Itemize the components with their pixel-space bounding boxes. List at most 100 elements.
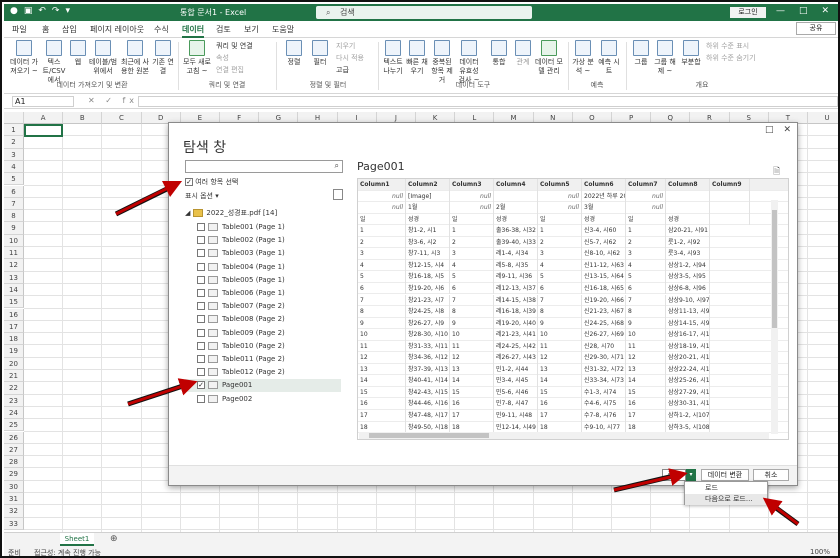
- tree-item[interactable]: Table012 (Page 2): [185, 366, 341, 379]
- item-checkbox[interactable]: [197, 368, 205, 377]
- item-checkbox[interactable]: [197, 275, 205, 284]
- row-header[interactable]: 19: [4, 345, 24, 358]
- row-header[interactable]: 12: [4, 259, 24, 272]
- from-text-csv-button[interactable]: 텍스트/CSV에서: [40, 40, 68, 85]
- row-header[interactable]: 3: [4, 148, 24, 161]
- item-checkbox[interactable]: [197, 394, 205, 403]
- sort-button[interactable]: 정렬: [284, 40, 304, 67]
- subtotal-button[interactable]: 부분합: [680, 40, 702, 67]
- tree-item[interactable]: Table008 (Page 2): [185, 313, 341, 326]
- row-header[interactable]: 29: [4, 468, 24, 481]
- row-header[interactable]: 10: [4, 234, 24, 247]
- row-header[interactable]: 20: [4, 357, 24, 370]
- name-box[interactable]: A1: [12, 96, 74, 107]
- redo-icon[interactable]: ↷: [52, 6, 60, 16]
- row-header[interactable]: 18: [4, 333, 24, 346]
- minimize-button[interactable]: —: [776, 6, 785, 16]
- tree-item[interactable]: Page002: [185, 393, 341, 406]
- row-header[interactable]: 26: [4, 431, 24, 444]
- row-header[interactable]: 32: [4, 505, 24, 518]
- from-table-button[interactable]: 테이블/범위에서: [88, 40, 118, 76]
- item-checkbox[interactable]: [197, 328, 205, 337]
- tab-home[interactable]: 홈: [42, 24, 49, 35]
- cancel-button[interactable]: 취소: [753, 469, 789, 481]
- tree-item[interactable]: Table005 (Page 1): [185, 274, 341, 287]
- column-header[interactable]: B: [63, 112, 103, 124]
- tree-folder[interactable]: ◢ 2022_성경표.pdf [14]: [185, 207, 341, 220]
- load-button[interactable]: 로드: [662, 469, 686, 481]
- maximize-button[interactable]: □: [799, 6, 808, 16]
- properties-button[interactable]: 속성: [216, 53, 229, 63]
- tab-page-layout[interactable]: 페이지 레이아웃: [90, 24, 144, 35]
- edit-links-button[interactable]: 연결 편집: [216, 65, 244, 75]
- tree-item[interactable]: Table011 (Page 2): [185, 353, 341, 366]
- close-button[interactable]: ✕: [822, 6, 830, 16]
- filter-button[interactable]: 필터: [310, 40, 330, 67]
- sheet-tab[interactable]: Sheet1: [60, 533, 94, 546]
- tab-file[interactable]: 파일: [12, 24, 27, 35]
- customize-qat-icon[interactable]: ▾: [65, 6, 70, 16]
- tree-item[interactable]: Table001 (Page 1): [185, 221, 341, 234]
- tree-item[interactable]: Table006 (Page 1): [185, 287, 341, 300]
- zoom-level[interactable]: 100%: [810, 548, 830, 556]
- accessibility-status[interactable]: 접근성: 계속 진행 가능: [34, 548, 101, 556]
- data-validation-button[interactable]: 데이터 유효성 검사 ~: [456, 40, 482, 85]
- row-header[interactable]: 6: [4, 185, 24, 198]
- row-header[interactable]: 14: [4, 283, 24, 297]
- tree-item[interactable]: Table003 (Page 1): [185, 247, 341, 260]
- column-header[interactable]: A: [24, 112, 64, 124]
- row-header[interactable]: 21: [4, 370, 24, 383]
- row-header[interactable]: 15: [4, 296, 24, 309]
- tab-insert[interactable]: 삽입: [62, 24, 77, 35]
- consolidate-button[interactable]: 통합: [488, 40, 510, 67]
- item-checkbox[interactable]: [197, 302, 205, 311]
- what-if-button[interactable]: 가상 분석 ~: [572, 40, 594, 76]
- row-header[interactable]: 27: [4, 443, 24, 457]
- item-checkbox[interactable]: [197, 341, 205, 350]
- row-header[interactable]: 1: [4, 124, 24, 137]
- collapse-icon[interactable]: ◢: [185, 209, 190, 217]
- row-header[interactable]: 2: [4, 136, 24, 149]
- row-header[interactable]: 13: [4, 271, 24, 284]
- tree-item[interactable]: Table004 (Page 1): [185, 261, 341, 274]
- text-to-columns-button[interactable]: 텍스트 나누기: [382, 40, 404, 76]
- recent-sources-button[interactable]: 최근에 사용한 원본: [120, 40, 150, 76]
- row-header[interactable]: 4: [4, 160, 24, 174]
- existing-connections-button[interactable]: 기존 연결: [152, 40, 174, 76]
- undo-icon[interactable]: ↶: [38, 6, 46, 16]
- column-header[interactable]: C: [102, 112, 142, 124]
- group-button[interactable]: 그룹: [632, 40, 650, 67]
- add-sheet-icon[interactable]: ⊕: [110, 534, 118, 544]
- row-header[interactable]: 30: [4, 480, 24, 493]
- row-header[interactable]: 17: [4, 320, 24, 334]
- row-header[interactable]: 25: [4, 419, 24, 432]
- tab-view[interactable]: 보기: [244, 24, 259, 35]
- save-icon[interactable]: ▣: [24, 6, 33, 16]
- tab-formulas[interactable]: 수식: [154, 24, 169, 35]
- tab-data[interactable]: 데이터: [182, 24, 205, 38]
- select-all-corner[interactable]: [4, 112, 24, 124]
- row-header[interactable]: 31: [4, 493, 24, 506]
- search-box[interactable]: ⌕ 검색: [316, 6, 532, 19]
- dialog-close-button[interactable]: ✕: [784, 125, 792, 135]
- item-checkbox[interactable]: [197, 236, 205, 245]
- vertical-scrollbar[interactable]: [771, 200, 778, 434]
- item-checkbox[interactable]: [197, 223, 205, 231]
- formula-input[interactable]: [138, 96, 838, 107]
- tree-item[interactable]: Table010 (Page 2): [185, 340, 341, 353]
- share-button[interactable]: 공유: [796, 22, 836, 35]
- row-header[interactable]: 5: [4, 173, 24, 186]
- column-header[interactable]: U: [808, 112, 838, 124]
- row-header[interactable]: 7: [4, 197, 24, 211]
- row-header[interactable]: 24: [4, 406, 24, 420]
- row-header[interactable]: 23: [4, 394, 24, 407]
- advanced-filter-button[interactable]: 고급: [336, 65, 349, 75]
- load-dropdown-button[interactable]: ▾: [686, 469, 696, 481]
- row-header[interactable]: 33: [4, 517, 24, 530]
- multi-select-checkbox[interactable]: ✓: [185, 178, 193, 186]
- item-checkbox[interactable]: [197, 262, 205, 271]
- active-cell[interactable]: [24, 124, 63, 137]
- tree-item[interactable]: Table007 (Page 2): [185, 300, 341, 313]
- row-header[interactable]: 16: [4, 308, 24, 321]
- item-checkbox[interactable]: [197, 249, 205, 258]
